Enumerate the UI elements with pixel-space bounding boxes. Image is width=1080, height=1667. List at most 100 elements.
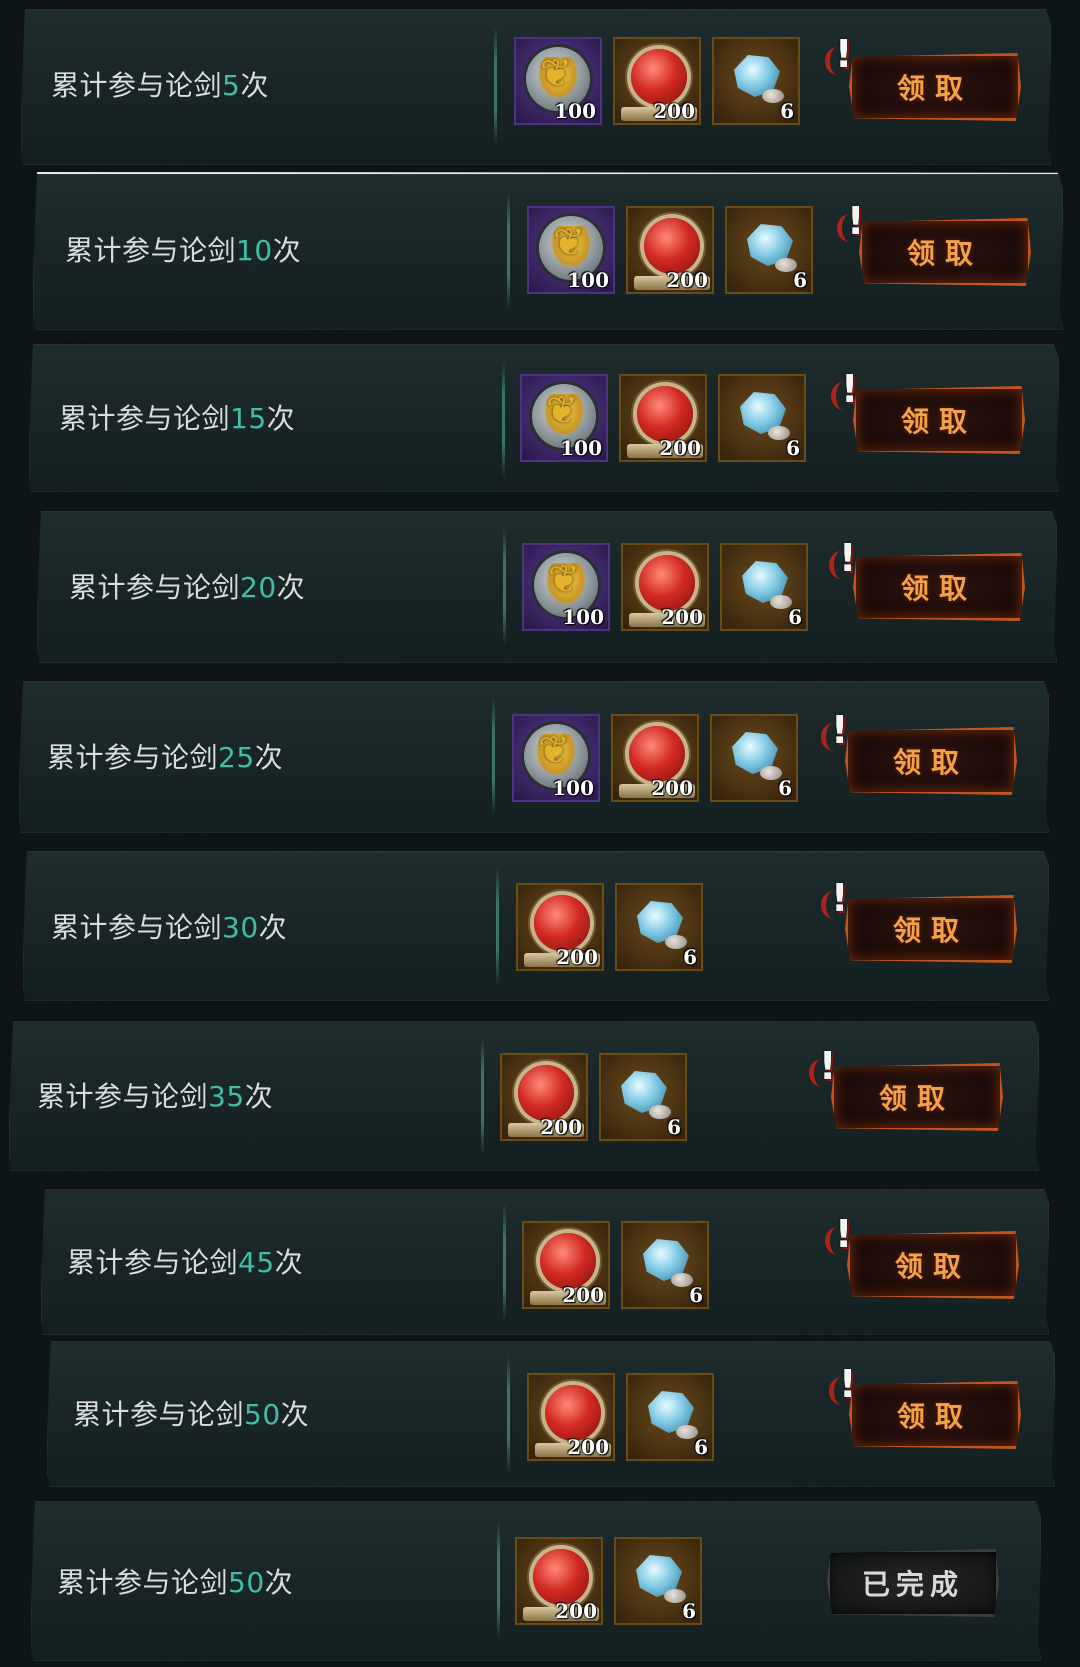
claim-button[interactable]: 领取 — [845, 727, 1017, 795]
reward-items: 200 6 — [516, 883, 703, 971]
red-medal-icon — [627, 386, 703, 458]
item-quantity: 100 — [560, 436, 602, 460]
label-suffix: 次 — [274, 1246, 304, 1279]
label-suffix: 次 — [258, 911, 288, 944]
label-count: 30 — [222, 911, 259, 944]
item-quantity: 6 — [786, 436, 800, 460]
item-quantity: 200 — [661, 605, 703, 629]
reward-item-emblem[interactable]: 100 — [520, 374, 608, 462]
row-divider — [481, 1037, 484, 1155]
reward-item-gem[interactable]: 6 — [718, 374, 806, 462]
claim-button[interactable]: 领取 — [845, 895, 1017, 963]
reward-item-gem[interactable]: 6 — [626, 1373, 714, 1461]
label-prefix: 累计参与论剑 — [73, 1398, 245, 1431]
red-medal-icon — [508, 1065, 584, 1137]
label-count: 50 — [228, 1566, 265, 1599]
reward-item-gem[interactable]: 6 — [614, 1537, 702, 1625]
label-prefix: 累计参与论剑 — [57, 1566, 229, 1599]
reward-item-emblem[interactable]: 100 — [522, 543, 610, 631]
reward-row: 累计参与论剑35次 200 6 ! 领取 — [8, 1020, 1040, 1172]
reward-items: 100 200 6 — [520, 374, 806, 462]
reward-items: 200 6 — [522, 1221, 709, 1309]
item-quantity: 100 — [554, 99, 596, 123]
row-divider — [502, 360, 505, 478]
reward-label: 累计参与论剑25次 — [47, 736, 283, 776]
item-quantity: 6 — [689, 1283, 703, 1307]
reward-item-medal[interactable]: 200 — [613, 37, 701, 125]
reward-item-gem[interactable]: 6 — [710, 714, 798, 802]
item-quantity: 200 — [659, 436, 701, 460]
reward-row: 累计参与论剑20次 100 200 6 ! 领取 — [36, 510, 1058, 664]
label-prefix: 累计参与论剑 — [67, 1246, 239, 1279]
label-count: 20 — [240, 571, 277, 604]
exclamation-alert-icon: ! — [821, 879, 849, 925]
reward-item-medal[interactable]: 200 — [527, 1373, 615, 1461]
item-quantity: 100 — [562, 605, 604, 629]
reward-item-medal[interactable]: 200 — [619, 374, 707, 462]
label-prefix: 累计参与论剑 — [37, 1080, 209, 1113]
label-count: 45 — [238, 1246, 275, 1279]
red-medal-icon — [523, 1549, 599, 1621]
red-medal-icon — [524, 895, 600, 967]
reward-label: 累计参与论剑20次 — [69, 566, 305, 606]
claim-button[interactable]: 领取 — [853, 386, 1025, 454]
reward-items: 200 6 — [527, 1373, 714, 1461]
reward-item-medal[interactable]: 200 — [522, 1221, 610, 1309]
reward-item-medal[interactable]: 200 — [516, 883, 604, 971]
item-quantity: 200 — [651, 776, 693, 800]
red-medal-icon — [634, 218, 710, 290]
reward-item-gem[interactable]: 6 — [720, 543, 808, 631]
reward-item-gem[interactable]: 6 — [599, 1053, 687, 1141]
item-quantity: 200 — [666, 268, 708, 292]
reward-item-gem[interactable]: 6 — [615, 883, 703, 971]
reward-label: 累计参与论剑30次 — [51, 906, 287, 946]
red-medal-icon — [619, 726, 695, 798]
label-count: 50 — [244, 1398, 281, 1431]
reward-item-gem[interactable]: 6 — [621, 1221, 709, 1309]
red-medal-icon — [535, 1385, 611, 1457]
item-quantity: 200 — [540, 1115, 582, 1139]
reward-item-medal[interactable]: 200 — [515, 1537, 603, 1625]
reward-items: 100 200 6 — [512, 714, 798, 802]
label-prefix: 累计参与论剑 — [69, 571, 241, 604]
label-prefix: 累计参与论剑 — [51, 69, 223, 102]
claim-button[interactable]: 领取 — [859, 218, 1031, 286]
claim-button[interactable]: 领取 — [853, 553, 1025, 621]
reward-item-gem[interactable]: 6 — [712, 37, 800, 125]
item-quantity: 100 — [567, 268, 609, 292]
reward-label: 累计参与论剑35次 — [37, 1075, 273, 1115]
label-suffix: 次 — [264, 1566, 294, 1599]
item-quantity: 6 — [683, 945, 697, 969]
label-count: 25 — [218, 741, 255, 774]
reward-item-medal[interactable]: 200 — [621, 543, 709, 631]
reward-label: 累计参与论剑45次 — [67, 1241, 303, 1281]
reward-label: 累计参与论剑50次 — [73, 1393, 309, 1433]
row-divider — [503, 527, 506, 645]
reward-item-medal[interactable]: 200 — [626, 206, 714, 294]
claim-button[interactable]: 领取 — [849, 53, 1021, 121]
claim-button[interactable]: 领取 — [849, 1381, 1021, 1449]
item-quantity: 200 — [567, 1435, 609, 1459]
label-prefix: 累计参与论剑 — [51, 911, 223, 944]
label-prefix: 累计参与论剑 — [65, 234, 237, 267]
reward-item-medal[interactable]: 200 — [500, 1053, 588, 1141]
exclamation-alert-icon: ! — [825, 35, 853, 81]
reward-row: 累计参与论剑5次 100 200 6 ! 领取 — [20, 8, 1052, 166]
reward-item-emblem[interactable]: 100 — [514, 37, 602, 125]
label-suffix: 次 — [272, 234, 302, 267]
item-quantity: 6 — [778, 776, 792, 800]
reward-item-medal[interactable]: 200 — [611, 714, 699, 802]
row-divider — [507, 1355, 510, 1473]
claim-button[interactable]: 领取 — [831, 1063, 1003, 1131]
item-quantity: 6 — [793, 268, 807, 292]
red-medal-icon — [629, 555, 705, 627]
reward-item-emblem[interactable]: 100 — [527, 206, 615, 294]
label-suffix: 次 — [266, 402, 296, 435]
reward-row: 累计参与论剑15次 100 200 6 ! 领取 — [28, 343, 1060, 493]
claim-button[interactable]: 领取 — [847, 1231, 1019, 1299]
label-count: 35 — [208, 1080, 245, 1113]
reward-row: 累计参与论剑50次 200 6 已完成 — [30, 1500, 1042, 1662]
reward-item-gem[interactable]: 6 — [725, 206, 813, 294]
label-suffix: 次 — [244, 1080, 274, 1113]
reward-item-emblem[interactable]: 100 — [512, 714, 600, 802]
